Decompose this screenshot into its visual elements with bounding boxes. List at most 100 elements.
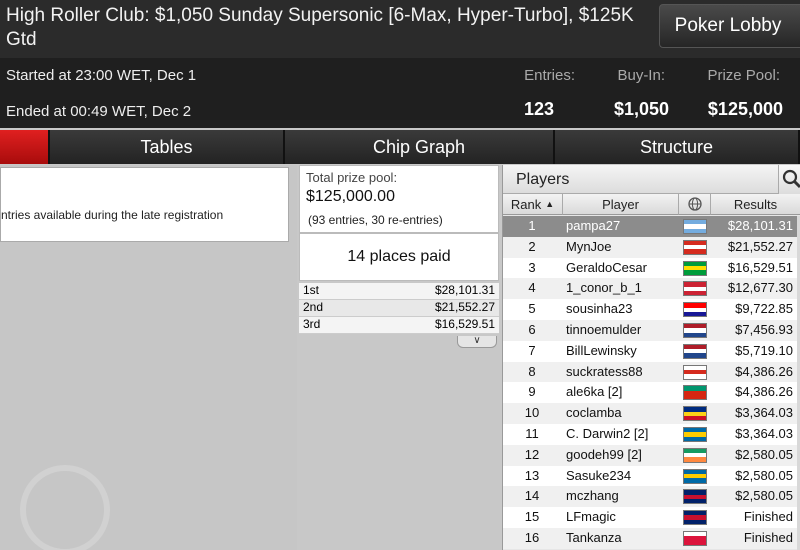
player-row[interactable]: 9 ale6ka [2] $4,386.26 [503, 382, 800, 404]
payout-table: 1st $28,101.31 2nd $21,552.27 3rd $16,52… [299, 283, 499, 334]
player-row[interactable]: 7 BillLewinsky $5,719.10 [503, 340, 800, 362]
player-rank: 4 [528, 280, 536, 296]
player-result: $16,529.51 [727, 259, 793, 275]
player-row[interactable]: 3 GeraldoCesar $16,529.51 [503, 257, 800, 279]
country-flag-icon [683, 364, 707, 380]
tab-chip-graph[interactable]: Chip Graph [285, 130, 555, 164]
column-results[interactable]: Results [711, 194, 800, 215]
tab-info[interactable] [0, 130, 50, 164]
player-rank: 11 [525, 425, 539, 441]
column-rank-label: Rank [510, 196, 542, 212]
country-flag-icon [683, 530, 707, 546]
player-result: $7,456.93 [735, 321, 793, 337]
expand-payouts-button[interactable]: ∨ [457, 336, 497, 348]
player-name: C. Darwin2 [2] [566, 425, 649, 441]
country-flag-icon [683, 489, 707, 505]
player-row[interactable]: 16 Tankanza Finished [503, 527, 800, 549]
player-row[interactable]: 1 pampa27 $28,101.31 [503, 216, 800, 237]
tournament-title: High Roller Club: $1,050 Sunday Superson… [6, 5, 634, 50]
player-name: GeraldoCesar [566, 259, 647, 275]
player-name: Sasuke234 [566, 467, 632, 483]
player-result: Finished [743, 529, 793, 545]
player-name: 1_conor_b_1 [566, 280, 642, 296]
info-box: ntries available during the late registr… [0, 167, 289, 242]
poker-chip-watermark-icon [20, 465, 110, 550]
player-name: tinnoemulder [566, 321, 642, 337]
player-name: LFmagic [566, 509, 616, 525]
prize-pool-box: Total prize pool: $125,000.00 (93 entrie… [299, 165, 499, 233]
players-panel: Players Rank ▲ Player Results 1 pampa27 $2… [502, 165, 800, 550]
players-list: 1 pampa27 $28,101.31 2 MynJoe $21,552.27 3 Gera… [503, 216, 800, 549]
player-row[interactable]: 4 1_conor_b_1 $12,677.30 [503, 278, 800, 300]
player-result: $4,386.26 [735, 363, 793, 379]
total-prize-value: $125,000.00 [306, 188, 395, 205]
country-flag-icon [683, 385, 707, 401]
country-flag-icon [683, 302, 707, 318]
player-rank: 15 [524, 509, 540, 525]
country-flag-icon [683, 406, 707, 422]
player-row[interactable]: 11 C. Darwin2 [2] $3,364.03 [503, 423, 800, 445]
player-result: $21,552.27 [727, 238, 793, 254]
player-name: mczhang [566, 488, 619, 504]
search-icon [782, 169, 800, 189]
player-result: $5,719.10 [735, 342, 793, 358]
country-flag-icon [683, 260, 707, 276]
payout-place: 2nd [303, 300, 324, 314]
player-result: $3,364.03 [735, 405, 793, 421]
tab-structure[interactable]: Structure [555, 130, 800, 164]
tab-bar: Tables Chip Graph Structure [0, 130, 800, 164]
player-name: suckratess88 [566, 363, 643, 379]
payout-amount: $16,529.51 [434, 317, 495, 331]
start-time: Started at 23:00 WET, Dec 1 [6, 67, 197, 84]
prize-panel: Total prize pool: $125,000.00 (93 entrie… [297, 165, 501, 550]
country-flag-icon [683, 447, 707, 463]
player-row[interactable]: 5 sousinha23 $9,722.85 [503, 299, 800, 320]
player-rank: 8 [528, 363, 536, 379]
player-row[interactable]: 12 goodeh99 [2] $2,580.05 [503, 444, 800, 466]
country-flag-icon [683, 468, 707, 484]
player-rank: 16 [524, 529, 540, 545]
column-rank[interactable]: Rank ▲ [503, 194, 563, 215]
country-flag-icon [683, 239, 707, 255]
player-row[interactable]: 15 LFmagic Finished [503, 507, 800, 528]
player-result: $4,386.26 [735, 384, 793, 400]
country-flag-icon [683, 281, 707, 297]
column-country[interactable] [679, 194, 711, 215]
player-row[interactable]: 6 tinnoemulder $7,456.93 [503, 319, 800, 341]
player-row[interactable]: 10 coclamba $3,364.03 [503, 403, 800, 424]
country-flag-icon [683, 219, 707, 234]
late-registration-note: ntries available during the late registr… [1, 208, 224, 222]
country-flag-icon [683, 322, 707, 338]
player-row[interactable]: 14 mczhang $2,580.05 [503, 486, 800, 508]
player-row[interactable]: 13 Sasuke234 $2,580.05 [503, 465, 800, 487]
tournament-header: High Roller Club: $1,050 Sunday Superson… [0, 0, 800, 128]
players-title: Players [516, 171, 570, 188]
player-rank: 3 [528, 259, 536, 275]
player-rank: 14 [524, 488, 540, 504]
players-header: Players [503, 165, 800, 194]
poker-lobby-button[interactable]: Poker Lobby [659, 4, 800, 48]
country-flag-icon [683, 426, 707, 442]
tab-tables[interactable]: Tables [50, 130, 285, 164]
player-rank: 5 [528, 301, 536, 317]
column-player[interactable]: Player [563, 194, 679, 215]
player-result: $2,580.05 [735, 488, 793, 504]
player-name: coclamba [566, 405, 622, 421]
player-row[interactable]: 8 suckratess88 $4,386.26 [503, 361, 800, 383]
player-result: $9,722.85 [735, 301, 793, 317]
player-rank: 9 [528, 384, 536, 400]
player-result: $28,101.31 [727, 218, 793, 233]
player-result: $3,364.03 [735, 425, 793, 441]
entries-label: Entries: [524, 67, 575, 84]
player-row[interactable]: 2 MynJoe $21,552.27 [503, 236, 800, 258]
player-result: Finished [743, 509, 793, 525]
search-players-button[interactable] [778, 165, 800, 194]
player-name: MynJoe [566, 238, 612, 254]
globe-icon [687, 197, 702, 211]
payout-place: 1st [303, 283, 320, 297]
player-name: BillLewinsky [566, 342, 637, 358]
player-result: $2,580.05 [735, 446, 793, 462]
player-result: $12,677.30 [727, 280, 793, 296]
player-rank: 10 [524, 405, 540, 421]
sort-up-icon: ▲ [545, 199, 555, 209]
